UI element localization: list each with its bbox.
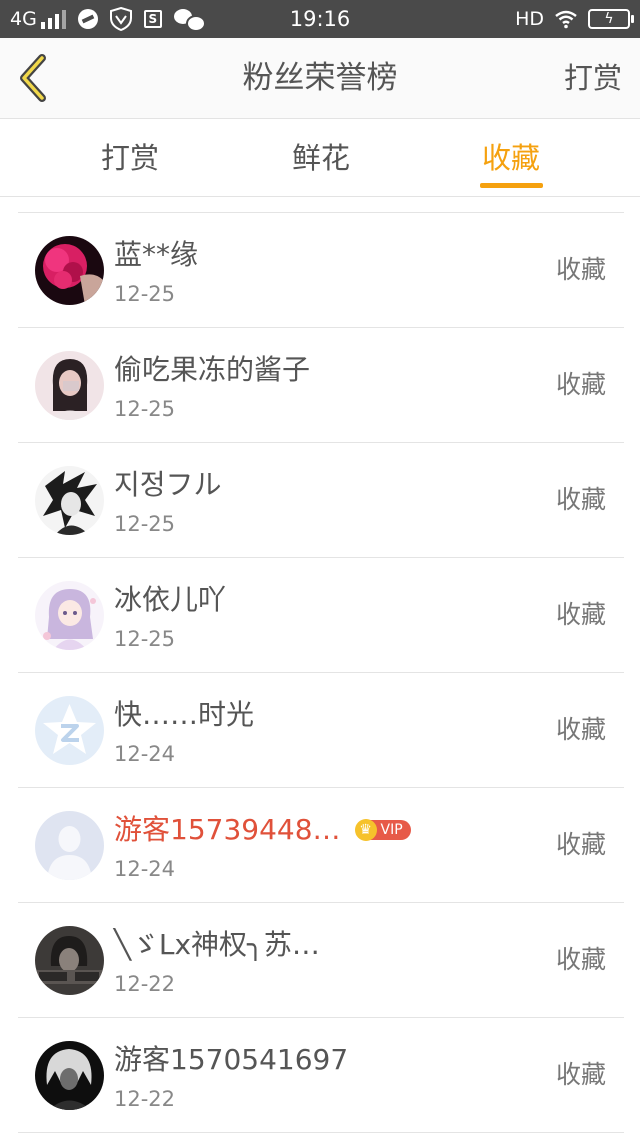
item-action-label: 收藏 — [555, 830, 606, 859]
item-action-label: 收藏 — [555, 370, 606, 399]
user-name: ╲ゞLx神权╮苏… — [114, 928, 320, 961]
item-date: 12-25 — [114, 282, 176, 306]
user-name: 偷吃果冻的酱子 — [114, 353, 311, 386]
item-date: 12-24 — [114, 857, 176, 881]
crown-icon — [354, 819, 377, 841]
list-item[interactable]: 偷吃果冻的酱子 12-25 收藏 — [18, 328, 624, 443]
avatar — [35, 811, 104, 880]
reward-button[interactable]: 打赏 — [564, 38, 622, 118]
list-item[interactable]: 游客1570541697 12-22 收藏 — [18, 1018, 624, 1133]
avatar — [35, 581, 104, 650]
list-item[interactable]: 冰依儿吖 12-25 收藏 — [18, 558, 624, 673]
list-item[interactable]: 蓝**缘 12-25 收藏 — [18, 213, 624, 328]
battery-charging-icon: ϟ — [588, 9, 634, 29]
list-item[interactable]: 游客15739448… VIP 12-24 收藏 — [18, 788, 624, 903]
hd-label: HD — [515, 8, 544, 30]
tab-reward[interactable]: 打赏 — [70, 119, 190, 196]
item-action-label: 收藏 — [555, 945, 606, 974]
item-date: 12-22 — [114, 972, 176, 996]
user-name: 游客1570541697 — [114, 1043, 349, 1076]
vip-badge: VIP — [354, 819, 411, 841]
nav-bar: 粉丝荣誉榜 打赏 — [0, 38, 640, 119]
list-item[interactable]: ╲ゞLx神权╮苏… 12-22 收藏 — [18, 903, 624, 1018]
user-name: 快……时光 — [114, 698, 255, 731]
item-date: 12-25 — [114, 627, 176, 651]
page-title: 粉丝荣誉榜 — [242, 60, 398, 96]
item-date: 12-25 — [114, 512, 176, 536]
item-date: 12-22 — [114, 1087, 176, 1111]
item-action-label: 收藏 — [555, 1060, 606, 1089]
item-action-label: 收藏 — [555, 255, 606, 284]
wifi-icon — [555, 10, 577, 29]
user-name: 蓝**缘 — [114, 238, 199, 271]
avatar — [35, 351, 104, 420]
item-date: 12-24 — [114, 742, 176, 766]
tab-bar: 打赏 鲜花 收藏 — [0, 119, 640, 197]
user-name: 游客15739448… — [114, 813, 341, 846]
item-date: 12-25 — [114, 397, 176, 421]
user-name: 冰依儿吖 — [114, 583, 227, 616]
status-bar: 4G S 19:16 HD ϟ — [0, 0, 640, 38]
avatar — [35, 926, 104, 995]
list-item[interactable]: 지정フル 12-25 收藏 — [18, 443, 624, 558]
list-item[interactable]: 快……时光 12-24 收藏 — [18, 673, 624, 788]
avatar — [35, 1041, 104, 1110]
item-action-label: 收藏 — [555, 485, 606, 514]
avatar — [35, 696, 104, 765]
avatar — [35, 236, 104, 305]
item-action-label: 收藏 — [555, 600, 606, 629]
active-tab-indicator — [480, 183, 543, 188]
status-right: HD ϟ — [515, 0, 634, 38]
item-action-label: 收藏 — [555, 715, 606, 744]
avatar — [35, 466, 104, 535]
tab-flowers[interactable]: 鲜花 — [261, 119, 381, 196]
fan-list: 蓝**缘 12-25 收藏 偷吃果冻的酱子 12-25 收藏 지정フル 12-2… — [18, 212, 624, 1133]
user-name: 지정フル — [114, 468, 222, 501]
